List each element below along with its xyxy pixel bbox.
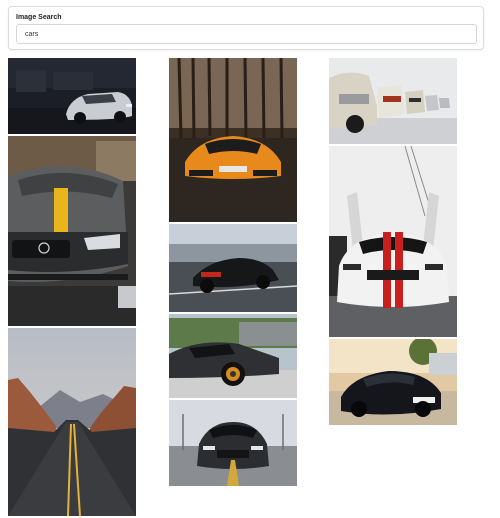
image-result-mustang-front-highway[interactable] <box>169 400 297 486</box>
porsche-911-image <box>169 224 297 312</box>
results-column-1 <box>8 58 136 518</box>
night-camaro-image <box>8 58 136 134</box>
image-result-night-camaro[interactable] <box>8 58 136 134</box>
mustang-gull-doors-image <box>329 146 457 337</box>
image-result-mclaren-side[interactable] <box>169 314 297 398</box>
image-result-mustang-sunset[interactable] <box>329 339 457 425</box>
mustang-front-image <box>169 400 297 486</box>
search-panel: Image Search <box>8 6 484 50</box>
image-result-desert-road[interactable] <box>8 328 136 516</box>
desert-road-image <box>8 328 136 516</box>
results-column-2 <box>169 58 297 488</box>
mercedes-amg-image <box>8 136 136 326</box>
image-result-mercedes-amg-front[interactable] <box>8 136 136 326</box>
mustang-sunset-image <box>329 339 457 425</box>
image-result-porsche-911-road[interactable] <box>169 224 297 312</box>
image-result-lamborghini-forest[interactable] <box>169 58 297 222</box>
image-result-classic-cars-row[interactable] <box>329 58 457 144</box>
lamborghini-forest-image <box>169 58 297 222</box>
mclaren-side-image <box>169 314 297 398</box>
search-input[interactable] <box>16 24 477 44</box>
search-label: Image Search <box>16 14 62 21</box>
classic-cars-image <box>329 58 457 144</box>
image-result-mustang-gull-doors[interactable] <box>329 146 457 337</box>
results-column-3 <box>329 58 457 427</box>
